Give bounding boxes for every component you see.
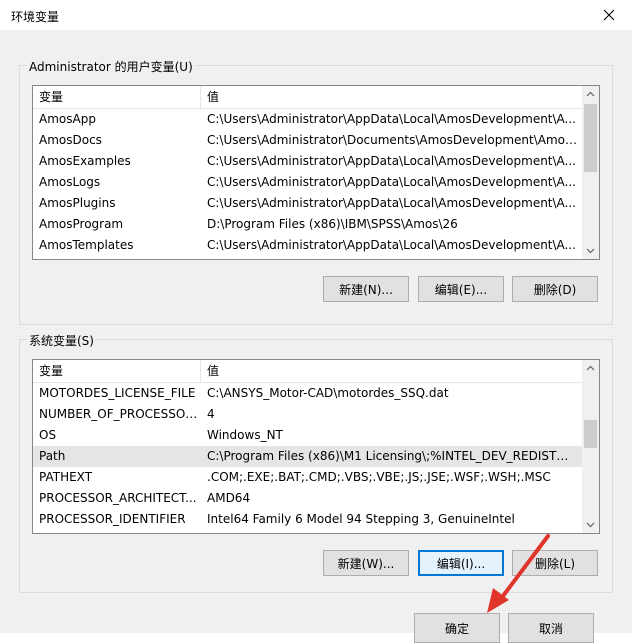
system-delete-button[interactable]: 删除(L): [512, 550, 598, 576]
column-header-name[interactable]: 变量: [33, 86, 201, 108]
ok-button[interactable]: 确定: [414, 613, 500, 643]
variable-name: AmosProgram: [39, 217, 124, 231]
table-row[interactable]: PROCESSOR_IDENTIFIER Intel64 Family 6 Mod…: [33, 509, 582, 530]
environment-variables-dialog: 环境变量 Administrator 的用户变量(U) 变量 值 AmosApp…: [0, 0, 632, 643]
variable-name: AmosTemplates: [39, 238, 134, 252]
variable-value: C:\ANSYS_Motor-CAD\motordes_SSQ.dat: [207, 386, 449, 400]
variable-value: C:\Program Files (x86)\M1 Licensing\;%IN…: [207, 449, 578, 463]
variable-name: OS: [39, 428, 57, 442]
table-row[interactable]: MOTORDES_LICENSE_FILE C:\ANSYS_Motor-CAD\…: [33, 383, 582, 404]
table-row[interactable]: NUMBER_OF_PROCESSORS 4: [33, 404, 582, 425]
column-header-value[interactable]: 值: [201, 86, 582, 108]
variable-value: .COM;.EXE;.BAT;.CMD;.VBS;.VBE;.JS;.JSE;.…: [207, 470, 551, 484]
variable-name: PATHEXT: [39, 470, 93, 484]
variable-value: C:\Users\Administrator\AppData\Local\Amo…: [207, 196, 576, 210]
system-variables-label: 系统变量(S): [27, 332, 96, 349]
variable-name: AmosLogs: [39, 175, 101, 189]
variable-value: C:\Users\Administrator\Documents\AmosDev…: [207, 133, 578, 147]
user-edit-button[interactable]: 编辑(E)...: [418, 276, 504, 302]
list-header: 变量 值: [33, 360, 582, 383]
variable-name: AmosPlugins: [39, 196, 116, 210]
chevron-up-icon: [586, 365, 595, 371]
title-bar: 环境变量: [0, 0, 632, 30]
variable-value: C:\Users\Administrator\AppData\Local\Amo…: [207, 154, 576, 168]
system-variables-rows: MOTORDES_LICENSE_FILE C:\ANSYS_Motor-CAD\…: [33, 383, 582, 530]
variable-value: 4: [207, 407, 215, 421]
table-row[interactable]: AmosProgram D:\Program Files (x86)\IBM\SP…: [33, 214, 582, 235]
variable-name: AmosDocs: [39, 133, 102, 147]
window-title: 环境变量: [11, 10, 60, 24]
table-row[interactable]: AmosApp C:\Users\Administrator\AppData\Lo…: [33, 109, 582, 130]
variable-value: Windows_NT: [207, 428, 283, 442]
table-row[interactable]: PATHEXT .COM;.EXE;.BAT;.CMD;.VBS;.VBE;.JS…: [33, 467, 582, 488]
variable-value: Intel64 Family 6 Model 94 Stepping 3, Ge…: [207, 512, 515, 526]
variable-value: C:\Users\Administrator\AppData\Local\Amo…: [207, 238, 576, 252]
variable-value: AMD64: [207, 491, 251, 505]
user-delete-button[interactable]: 删除(D): [512, 276, 598, 302]
close-icon: [603, 9, 615, 21]
user-new-button[interactable]: 新建(N)...: [323, 276, 409, 302]
table-row[interactable]: OS Windows_NT: [33, 425, 582, 446]
table-row[interactable]: AmosExamples C:\Users\Administrator\AppDa…: [33, 151, 582, 172]
scroll-thumb[interactable]: [584, 104, 597, 172]
scroll-up-button[interactable]: [582, 86, 599, 103]
variable-value: C:\Users\Administrator\AppData\Local\Amo…: [207, 112, 576, 126]
variable-name: Path: [39, 449, 66, 463]
variable-name: PROCESSOR_IDENTIFIER: [39, 512, 186, 526]
scroll-thumb[interactable]: [584, 420, 597, 448]
column-header-name[interactable]: 变量: [33, 360, 201, 382]
column-header-value[interactable]: 值: [201, 360, 582, 382]
table-row[interactable]: PROCESSOR_ARCHITECT... AMD64: [33, 488, 582, 509]
chevron-down-icon: [586, 248, 595, 254]
chevron-up-icon: [586, 91, 595, 97]
table-row[interactable]: AmosDocs C:\Users\Administrator\Documents…: [33, 130, 582, 151]
system-list-scrollbar[interactable]: [582, 360, 599, 533]
chevron-down-icon: [586, 522, 595, 528]
cancel-button[interactable]: 取消: [508, 613, 594, 643]
table-row[interactable]: AmosPlugins C:\Users\Administrator\AppDat…: [33, 193, 582, 214]
user-variables-list[interactable]: 变量 值 AmosApp C:\Users\Administrator\AppDa…: [32, 85, 600, 260]
variable-name: NUMBER_OF_PROCESSORS: [39, 407, 199, 421]
variable-name: PROCESSOR_ARCHITECT...: [39, 491, 197, 505]
variable-name: AmosExamples: [39, 154, 131, 168]
system-variables-list[interactable]: 变量 值 MOTORDES_LICENSE_FILE C:\ANSYS_Motor…: [32, 359, 600, 534]
variable-name: MOTORDES_LICENSE_FILE: [39, 386, 196, 400]
scroll-down-button[interactable]: [582, 242, 599, 259]
close-button[interactable]: [586, 0, 632, 30]
user-list-scrollbar[interactable]: [582, 86, 599, 259]
scroll-up-button[interactable]: [582, 360, 599, 377]
table-row[interactable]: AmosTemplates C:\Users\Administrator\AppD…: [33, 235, 582, 256]
list-header: 变量 值: [33, 86, 582, 109]
system-new-button[interactable]: 新建(W)...: [323, 550, 409, 576]
table-row[interactable]: Path C:\Program Files (x86)\M1 Licensing\…: [33, 446, 582, 467]
user-variables-rows: AmosApp C:\Users\Administrator\AppData\Lo…: [33, 109, 582, 256]
variable-name: AmosApp: [39, 112, 96, 126]
variable-value: C:\Users\Administrator\AppData\Local\Amo…: [207, 175, 576, 189]
variable-value: D:\Program Files (x86)\IBM\SPSS\Amos\26: [207, 217, 458, 231]
table-row[interactable]: AmosLogs C:\Users\Administrator\AppData\L…: [33, 172, 582, 193]
scroll-down-button[interactable]: [582, 516, 599, 533]
user-variables-label: Administrator 的用户变量(U): [27, 58, 195, 75]
system-edit-button[interactable]: 编辑(I)...: [418, 550, 504, 576]
